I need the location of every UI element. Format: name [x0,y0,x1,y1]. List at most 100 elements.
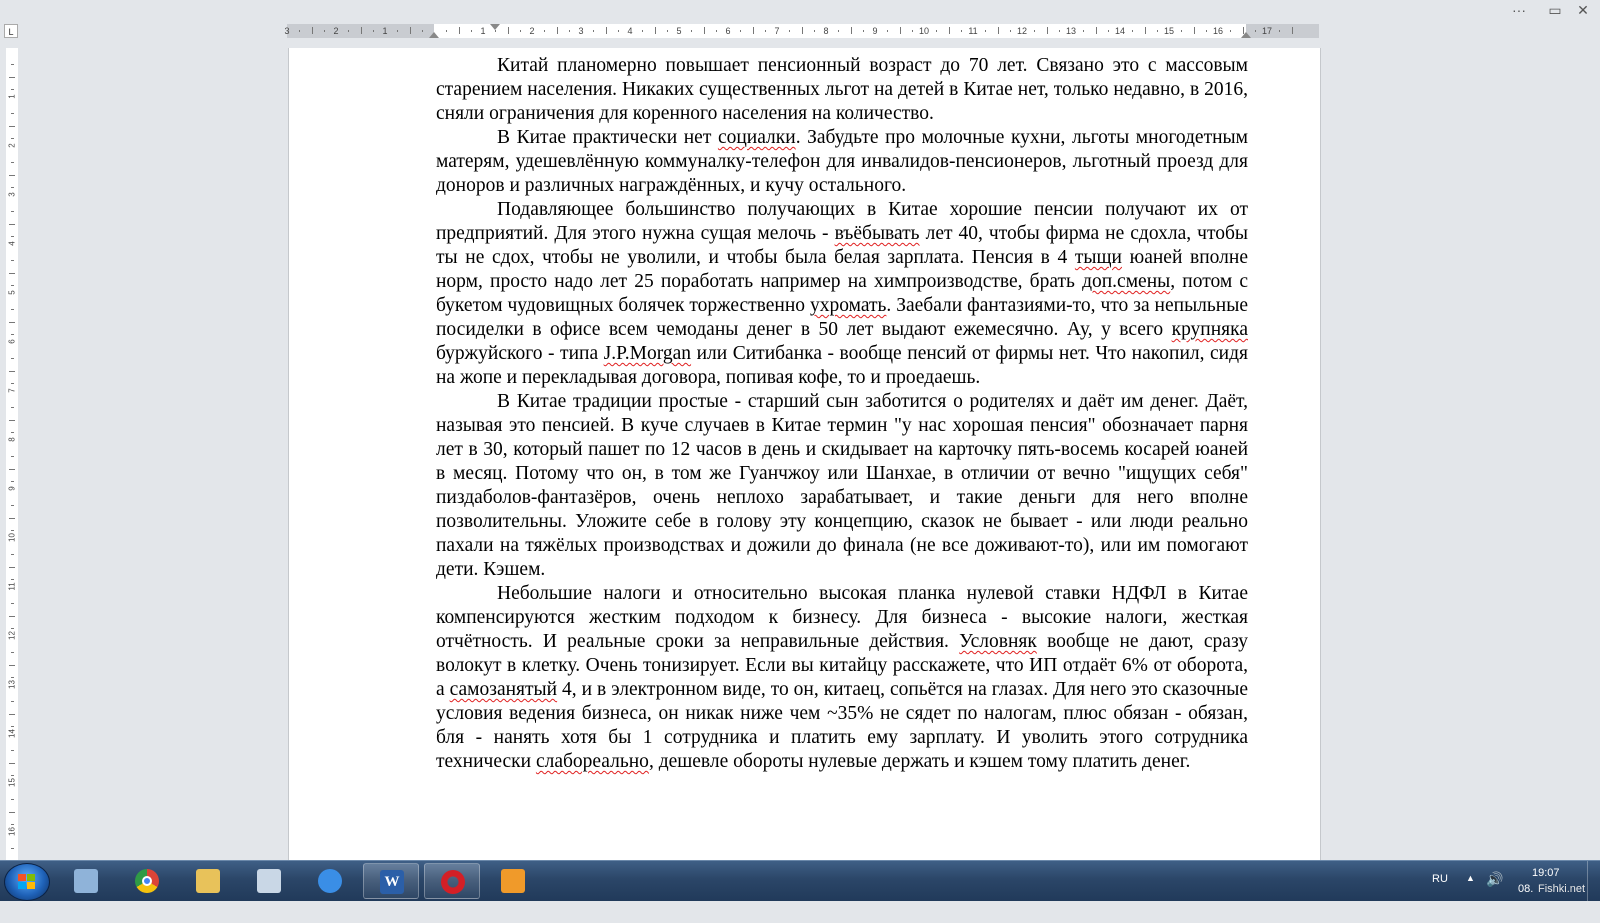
vertical-ruler[interactable]: 1 2 3 4 5 6 7 8 9 10 11 12 13 14 15 16 [6,48,18,860]
window-top-bar: ··· ▭ ✕ [0,0,1600,22]
ruler-tick [11,579,14,580]
opera-icon [441,870,465,894]
spelling-error-word: J.P.Morgan [603,343,692,364]
ruler-tick [11,530,14,531]
ruler-tick [9,665,15,666]
document-paragraph[interactable]: Подавляющее большинство получающих в Кит… [436,198,1248,390]
spelling-error-word: ухромать [809,295,887,316]
clock-date[interactable]: 08. [1518,883,1533,923]
ruler-tick [11,554,14,555]
chrome-icon [135,869,159,893]
ruler-tick [569,30,570,32]
ruler-tick [593,30,594,32]
text-run: , дешевле обороты нулевые держать и кэше… [648,751,1191,772]
ruler-tick [11,775,14,776]
ruler-number: 13 [1065,26,1077,36]
ruler-tick [851,27,852,34]
ruler-tick [11,309,14,310]
taskbar-button[interactable] [302,863,358,899]
hanging-indent-marker[interactable] [429,32,439,38]
ruler-tick [11,750,14,751]
show-hidden-icons-icon[interactable]: ▲ [1466,873,1475,913]
ruler-tick [1010,30,1011,32]
ruler-number: 15 [1163,26,1175,36]
tab-selector[interactable]: L [4,24,18,38]
ruler-tick [544,30,545,32]
restore-icon[interactable]: ▭ [1544,1,1566,19]
document-paragraph[interactable]: В Китае практически нет социалки. Забудь… [436,126,1248,198]
document-body[interactable]: Китай планомерно повышает пенсионный воз… [436,54,1248,774]
ruler-tick [1059,30,1060,32]
ruler-tick [1108,30,1109,32]
ribbon-options-icon[interactable]: ··· [1508,1,1530,19]
ruler-tick [446,30,447,32]
ruler-tick [373,30,374,32]
horizontal-ruler[interactable]: 3 2 1 1 2 3 4 5 6 7 8 9 10 11 12 13 14 15 16 17 [284,24,1319,38]
spelling-error-word: въёбывать [834,223,920,244]
taskbar-button[interactable] [180,863,236,899]
ruler-tick [912,30,913,32]
taskbar-button[interactable] [424,863,480,899]
document-paragraph[interactable]: Небольшие налоги и относительно высокая … [436,582,1248,774]
document-paragraph[interactable]: Китай планомерно повышает пенсионный воз… [436,54,1248,126]
ruler-number: 13 [7,680,17,689]
ruler-tick [11,187,14,188]
ruler-tick [949,27,950,34]
document-page[interactable]: Китай планомерно повышает пенсионный воз… [288,48,1321,860]
text-run: В Китае практически нет [497,127,718,148]
ruler-tick [1132,30,1133,32]
ruler-number: 3 [578,26,584,36]
ruler-number: 9 [872,26,878,36]
ruler-tick [814,30,815,32]
ruler-number: 8 [823,26,829,36]
ruler-number: 8 [7,437,17,442]
ruler-number: 16 [1212,26,1224,36]
ruler-tick [348,30,349,32]
ruler-tick [1292,27,1293,34]
ruler-tick [557,27,558,34]
word-icon: W [380,870,404,894]
word-icon-letter: W [384,874,400,890]
ruler-tick [11,358,14,359]
ruler-tick [11,211,14,212]
ruler-number: 3 [7,192,17,197]
ruler-tick [961,30,962,32]
taskbar-button[interactable] [58,863,114,899]
taskbar-button[interactable] [119,863,175,899]
media-player-icon [501,869,525,893]
right-indent-marker[interactable] [1241,32,1251,38]
ruler-number: 17 [1261,26,1273,36]
ruler-tick [900,27,901,34]
taskbar-button[interactable] [241,863,297,899]
ruler-tick [667,30,668,32]
volume-icon[interactable]: 🔊 [1486,871,1503,911]
ruler-tick [618,30,619,32]
ruler-tick [9,126,15,127]
windows-logo-icon [18,874,36,890]
ruler-number: 15 [7,778,17,787]
ruler-tick [508,27,509,34]
first-line-indent-marker[interactable] [490,24,501,30]
ruler-tick [9,469,15,470]
ruler-tick [459,27,460,34]
ruler-number: 11 [968,26,978,36]
ruler-number: 2 [7,143,17,148]
ruler-tick [9,714,15,715]
text-run: В Китае традиции простые - старший сын з… [436,391,1248,580]
taskbar-button[interactable] [485,863,541,899]
ruler-tick [998,27,999,34]
ruler-number: 5 [7,290,17,295]
ruler-tick [11,603,14,604]
document-paragraph[interactable]: В Китае традиции простые - старший сын з… [436,390,1248,582]
show-desktop-button[interactable] [1587,861,1600,901]
taskbar-button[interactable]: W [363,863,419,899]
ruler-number: 2 [529,26,535,36]
ruler-tick [471,30,472,32]
explorer-icon [196,869,220,893]
start-button[interactable] [4,863,50,901]
language-indicator[interactable]: RU [1432,873,1448,913]
ruler-tick [1145,27,1146,34]
ruler-number: 5 [676,26,682,36]
close-icon[interactable]: ✕ [1572,1,1594,19]
calculator-icon [74,869,98,893]
